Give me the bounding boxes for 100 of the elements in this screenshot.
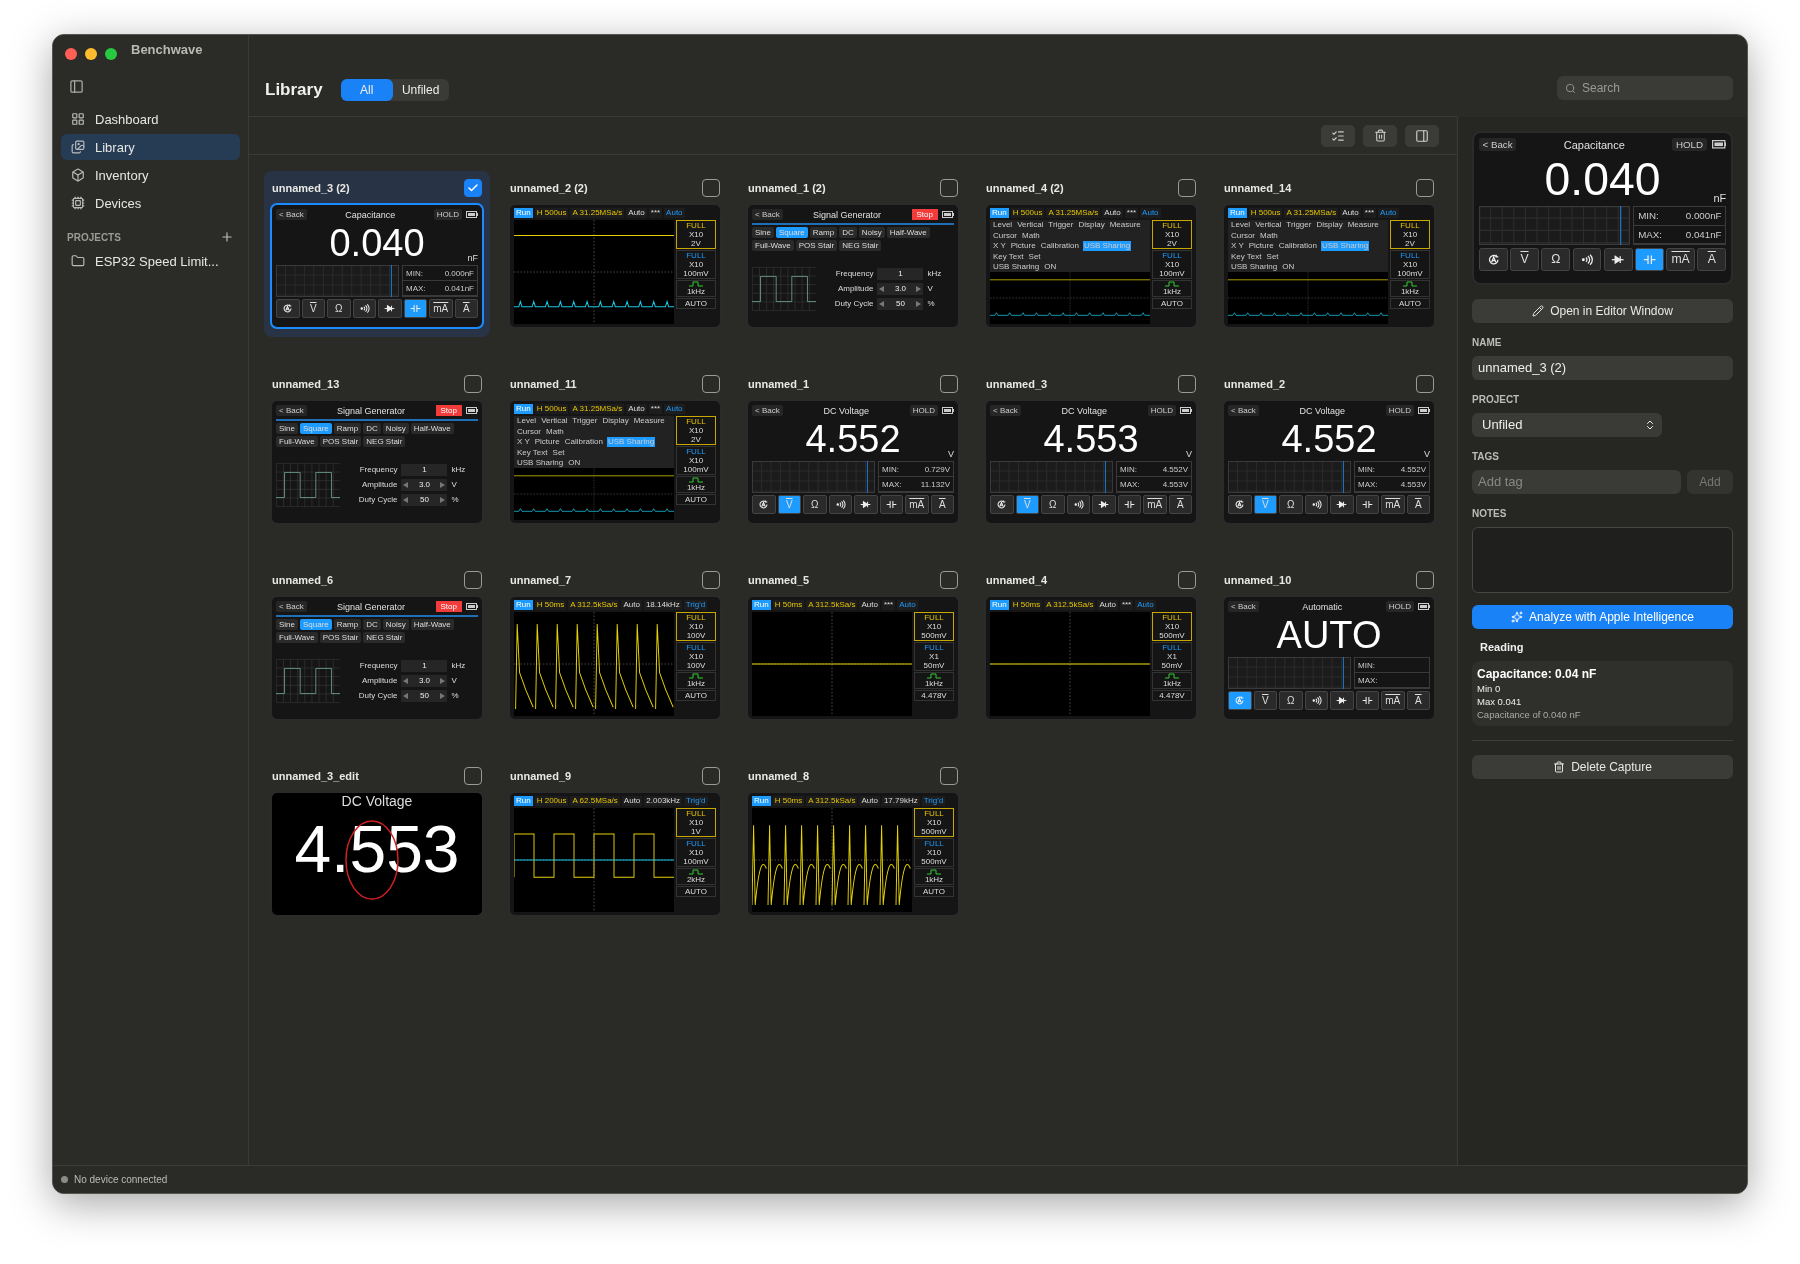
mode-button[interactable] xyxy=(1634,247,1664,271)
delete-capture-button[interactable]: Delete Capture xyxy=(1472,754,1733,779)
menu-tab[interactable]: Trigger xyxy=(571,416,599,426)
mode-button[interactable]: Ω xyxy=(1041,495,1065,514)
left-arrow-icon[interactable] xyxy=(403,496,409,503)
left-arrow-icon[interactable] xyxy=(403,677,409,684)
mode-button[interactable]: A xyxy=(1168,495,1192,514)
menu-option[interactable]: Picture xyxy=(1247,241,1275,251)
stepper-field[interactable]: 3.0 xyxy=(877,282,924,295)
close-button[interactable] xyxy=(65,48,77,60)
capture-card[interactable]: unnamed_10 < Back Automatic HOLD AUTO MIN: MAX: V Ω mA A xyxy=(1216,563,1442,729)
value-field[interactable]: 1 xyxy=(877,267,924,280)
mode-button[interactable] xyxy=(352,299,376,318)
waveform-button[interactable]: Half-Wave xyxy=(886,227,930,238)
hold-button[interactable]: HOLD xyxy=(1385,601,1414,612)
checkbox[interactable] xyxy=(1178,571,1196,589)
menu-tab[interactable]: Level xyxy=(1230,220,1252,230)
sidebar-toggle-icon[interactable] xyxy=(69,79,84,94)
mode-button[interactable] xyxy=(1304,495,1328,514)
capture-card[interactable]: unnamed_3 (2) < Back Capacitance HOLD 0.040 nF MIN: 0.000nF MAX: 0.041nF V Ω mA A xyxy=(264,171,490,337)
checkbox[interactable] xyxy=(1416,571,1434,589)
waveform-button[interactable]: Full-Wave xyxy=(752,240,794,251)
menu-tab[interactable]: Display xyxy=(601,416,630,426)
capture-card[interactable]: unnamed_2 < Back DC Voltage HOLD 4.552 V MIN: 4.552V MAX: 4.553V V Ω mA A xyxy=(1216,367,1442,533)
left-arrow-icon[interactable] xyxy=(879,285,885,292)
checkbox[interactable] xyxy=(702,179,720,197)
analyze-button[interactable]: Analyze with Apple Intelligence xyxy=(1472,604,1733,629)
waveform-button[interactable]: Sine xyxy=(276,619,298,630)
minimize-button[interactable] xyxy=(85,48,97,60)
checkbox[interactable] xyxy=(1416,179,1434,197)
waveform-button[interactable]: Ramp xyxy=(809,227,838,238)
mode-button[interactable] xyxy=(990,495,1014,514)
mode-button[interactable] xyxy=(828,495,852,514)
capture-card[interactable]: unnamed_1 (2) < Back Signal Generator Stop Sine Square Ramp DC Noisy Half-Wave Full-Wave POS Stair NEG Stair Frequency 1 kHz Amplitude 3.0 V Duty Cycle 50 % xyxy=(740,171,966,337)
waveform-button[interactable]: Ramp xyxy=(333,423,362,434)
inspector-toggle-button[interactable] xyxy=(1405,124,1439,147)
checkbox[interactable] xyxy=(940,179,958,197)
search-field[interactable]: Search xyxy=(1557,76,1733,100)
menu-option[interactable]: Key Text xyxy=(516,448,549,458)
back-button[interactable]: < Back xyxy=(990,405,1021,416)
capture-card[interactable]: unnamed_9 Run H 200us A 62.5MSa/s Auto 2.003kHz Trig'd FULL X10 1V FULL X10 100mV 2kHz AUTO xyxy=(502,759,728,925)
checkbox[interactable] xyxy=(464,767,482,785)
stop-button[interactable]: Stop xyxy=(435,405,462,416)
hold-button[interactable]: HOLD xyxy=(909,405,938,416)
menu-tab[interactable]: Math xyxy=(1021,231,1041,241)
waveform-button[interactable]: DC xyxy=(363,619,381,630)
mode-button[interactable]: A xyxy=(1406,495,1430,514)
mode-button[interactable] xyxy=(1228,495,1252,514)
hold-button[interactable]: HOLD xyxy=(433,209,462,220)
menu-tab[interactable]: Math xyxy=(1259,231,1279,241)
sidebar-item[interactable]: Inventory xyxy=(61,162,240,188)
stepper-field[interactable]: 3.0 xyxy=(401,478,448,491)
menu-option[interactable]: Set xyxy=(1265,252,1280,262)
notes-field[interactable] xyxy=(1472,526,1733,593)
waveform-button[interactable]: POS Stair xyxy=(319,632,362,643)
project-item[interactable]: ESP32 Speed Limit... xyxy=(61,248,240,274)
menu-tab[interactable]: Display xyxy=(1315,220,1344,230)
hold-button[interactable]: HOLD xyxy=(1672,137,1707,152)
sidebar-item[interactable]: Dashboard xyxy=(61,106,240,132)
mode-button[interactable]: mA xyxy=(429,299,453,318)
capture-card[interactable]: unnamed_8 Run H 50ms A 312.5kSa/s Auto 17.79kHz Trig'd FULL X10 500mV FULL X10 500mV 1kHz AUTO xyxy=(740,759,966,925)
mode-button[interactable] xyxy=(1355,495,1379,514)
select-button[interactable] xyxy=(1321,124,1355,147)
mode-button[interactable]: Ω xyxy=(803,495,827,514)
capture-card[interactable]: unnamed_13 < Back Signal Generator Stop Sine Square Ramp DC Noisy Half-Wave Full-Wave POS Stair NEG Stair Frequency 1 kHz Amplitude 3.0 V Duty Cycle 50 % xyxy=(264,367,490,533)
menu-tab[interactable]: Cursor xyxy=(992,231,1018,241)
mode-button[interactable]: V xyxy=(301,299,325,318)
waveform-button[interactable]: NEG Stair xyxy=(363,632,406,643)
waveform-button[interactable]: POS Stair xyxy=(795,240,838,251)
checkbox[interactable] xyxy=(464,179,482,197)
right-arrow-icon[interactable] xyxy=(916,285,922,292)
mode-button[interactable] xyxy=(1092,495,1116,514)
stepper-field[interactable]: 3.0 xyxy=(401,674,448,687)
checkbox[interactable] xyxy=(464,571,482,589)
add-icon[interactable] xyxy=(220,230,234,244)
waveform-button[interactable]: NEG Stair xyxy=(839,240,882,251)
name-field[interactable]: unnamed_3 (2) xyxy=(1472,355,1733,380)
filter-tab[interactable]: Unfiled xyxy=(392,78,449,101)
mode-button[interactable] xyxy=(378,299,402,318)
back-button[interactable]: < Back xyxy=(276,601,307,612)
waveform-button[interactable]: Sine xyxy=(276,423,298,434)
capture-card[interactable]: unnamed_2 (2) Run H 500us A 31.25MSa/s Auto *** Auto FULL X10 2V FULL X10 100mV 1kHz AUTO xyxy=(502,171,728,337)
hold-button[interactable]: HOLD xyxy=(1147,405,1176,416)
mode-button[interactable] xyxy=(1603,247,1633,271)
value-field[interactable]: 1 xyxy=(401,463,448,476)
back-button[interactable]: < Back xyxy=(752,405,783,416)
waveform-button[interactable]: DC xyxy=(363,423,381,434)
mode-button[interactable] xyxy=(403,299,427,318)
back-button[interactable]: < Back xyxy=(276,405,307,416)
mode-button[interactable] xyxy=(1304,691,1328,710)
menu-tab[interactable]: Vertical xyxy=(1016,220,1045,230)
sidebar-item[interactable]: Library xyxy=(61,134,240,160)
mode-button[interactable] xyxy=(1330,495,1354,514)
mode-button[interactable] xyxy=(879,495,903,514)
mode-button[interactable]: A xyxy=(1697,247,1727,271)
checkbox[interactable] xyxy=(1416,375,1434,393)
mode-button[interactable] xyxy=(1572,247,1602,271)
mode-button[interactable]: A xyxy=(1406,691,1430,710)
back-button[interactable]: < Back xyxy=(752,209,783,220)
project-select[interactable]: Unfiled xyxy=(1472,412,1662,437)
